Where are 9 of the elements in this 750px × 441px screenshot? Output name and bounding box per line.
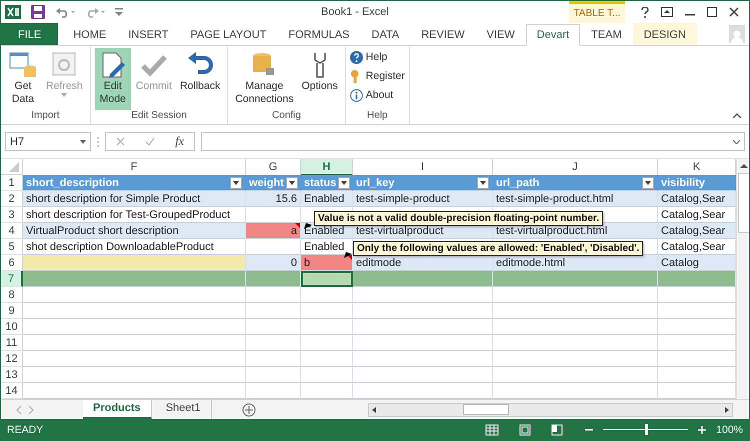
group-label: Config: [271, 110, 302, 123]
group-label: Help: [366, 110, 389, 123]
context-group-label: TABLE T...: [569, 1, 625, 23]
validation-tooltip: Only the following values are allowed: 'Enabled', 'Disabled'.: [353, 241, 644, 256]
group-label: Import: [30, 110, 61, 123]
validation-tooltip: Value is not a valid double-precision floating-point number.: [314, 211, 604, 226]
status-text: READY: [7, 424, 44, 436]
group-label: Edit Session: [130, 110, 188, 123]
window-title: Book1 - Excel: [321, 6, 389, 18]
